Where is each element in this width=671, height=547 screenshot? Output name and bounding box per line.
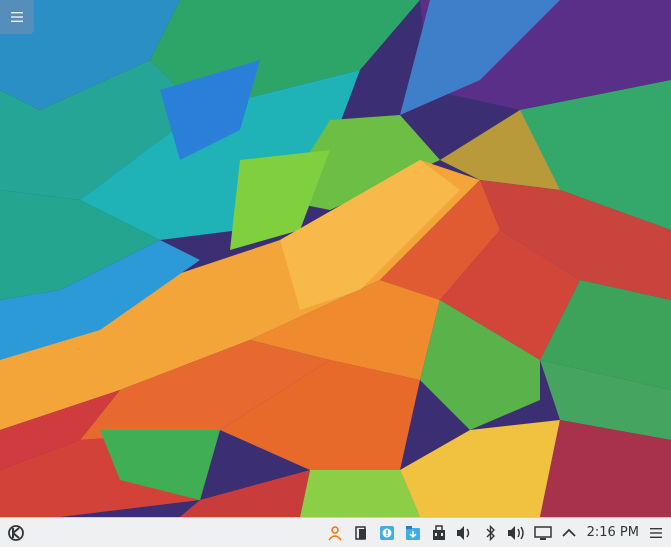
digital-clock[interactable]: 2:16 PM: [583, 525, 645, 540]
clipboard-icon: [354, 525, 368, 541]
system-tray: 2:16 PM: [323, 521, 671, 545]
kde-logo-icon: [7, 524, 25, 542]
volume-button[interactable]: [453, 521, 477, 545]
chevron-up-icon: [561, 528, 576, 538]
application-launcher-button[interactable]: [4, 521, 28, 545]
expand-tray-button[interactable]: [557, 521, 581, 545]
taskbar-panel: 2:16 PM: [0, 517, 671, 547]
network-icon: [533, 525, 552, 541]
bluetooth-icon: [486, 524, 496, 541]
desktop-wallpaper: [0, 0, 671, 547]
volume-icon: [456, 525, 474, 541]
device-notifier-button[interactable]: [427, 521, 451, 545]
audio-volume-icon: [507, 525, 527, 541]
device-notifier-icon: [432, 524, 446, 541]
audio-volume-button[interactable]: [505, 521, 529, 545]
panel-options-icon: [650, 527, 662, 539]
updates-button[interactable]: [401, 521, 425, 545]
clipboard-button[interactable]: [349, 521, 373, 545]
notifications-button[interactable]: [375, 521, 399, 545]
notifications-icon: [379, 525, 395, 541]
panel-options-button[interactable]: [647, 521, 665, 545]
bluetooth-button[interactable]: [479, 521, 503, 545]
network-button[interactable]: [531, 521, 555, 545]
user-switcher-button[interactable]: [323, 521, 347, 545]
hamburger-menu-icon: [10, 11, 24, 23]
desktop-toolbox-button[interactable]: [0, 0, 34, 34]
updates-icon: [405, 525, 421, 541]
user-switcher-icon: [328, 525, 342, 541]
